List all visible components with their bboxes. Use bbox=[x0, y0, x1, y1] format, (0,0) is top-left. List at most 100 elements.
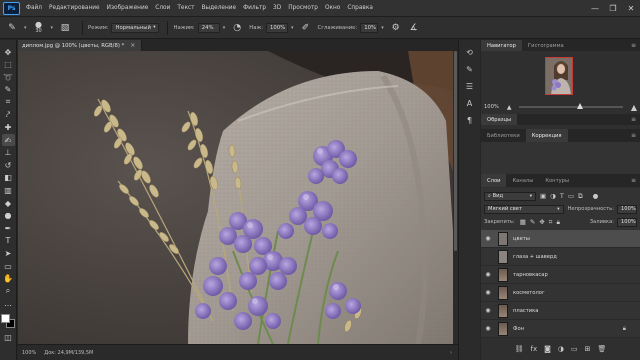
brush-tool-icon[interactable]: ✎ bbox=[6, 22, 18, 34]
chevron-down-icon[interactable]: ▾ bbox=[291, 25, 294, 31]
layer-row[interactable]: ◉ пластика bbox=[481, 302, 640, 320]
menu-select[interactable]: Выделение bbox=[202, 5, 237, 11]
chevron-down-icon[interactable]: ▾ bbox=[381, 25, 384, 31]
brush-settings-icon[interactable]: ▧ bbox=[59, 22, 71, 34]
layer-mask-icon[interactable]: ◙ bbox=[544, 345, 551, 353]
tab-channels[interactable]: Каналы bbox=[506, 174, 539, 187]
hand-tool-icon[interactable]: ✋ bbox=[2, 273, 15, 285]
layer-row[interactable]: ◉ Фон 🔒︎ bbox=[481, 320, 640, 338]
menu-3d[interactable]: 3D bbox=[273, 5, 281, 11]
gear-icon[interactable]: ⚙ bbox=[390, 22, 402, 34]
move-tool-icon[interactable]: ✥ bbox=[2, 46, 15, 58]
blend-mode-select[interactable]: Мягкий свет ▾ bbox=[484, 204, 564, 214]
gradient-tool-icon[interactable]: ▥ bbox=[2, 185, 15, 197]
menu-file[interactable]: Файл bbox=[26, 5, 42, 11]
lock-artboard-icon[interactable]: ⌗ bbox=[549, 218, 553, 227]
new-layer-icon[interactable]: ⊞ bbox=[585, 345, 591, 353]
quick-select-tool-icon[interactable]: ✎ bbox=[2, 84, 15, 96]
close-window-button[interactable]: ✕ bbox=[622, 0, 640, 17]
minimize-button[interactable]: — bbox=[586, 0, 604, 17]
layer-fill-field[interactable]: 100% bbox=[617, 217, 637, 227]
close-icon[interactable]: × bbox=[130, 42, 135, 49]
delete-layer-icon[interactable]: 🗑︎ bbox=[598, 345, 607, 353]
eye-icon[interactable]: ◉ bbox=[482, 235, 494, 242]
chevron-down-icon[interactable]: ▾ bbox=[24, 25, 27, 31]
chevron-down-icon[interactable]: ▾ bbox=[223, 25, 226, 31]
angle-icon[interactable]: ∡ bbox=[408, 22, 420, 34]
color-swatches[interactable] bbox=[1, 314, 15, 329]
character-icon[interactable]: A bbox=[463, 96, 477, 110]
new-group-icon[interactable]: ▭ bbox=[571, 345, 578, 353]
lasso-tool-icon[interactable]: ➰ bbox=[2, 71, 15, 83]
eye-icon[interactable]: ◉ bbox=[482, 325, 494, 332]
layer-opacity-field[interactable]: 100% bbox=[617, 204, 637, 214]
tab-navigator[interactable]: Навигатор bbox=[481, 40, 522, 51]
menu-edit[interactable]: Редактирование bbox=[49, 5, 100, 11]
chevron-right-icon[interactable]: › bbox=[450, 350, 452, 356]
panel-menu-icon[interactable]: ≡ bbox=[631, 40, 636, 51]
opacity-field[interactable]: 100% bbox=[266, 22, 289, 33]
menu-text[interactable]: Текст bbox=[177, 5, 194, 11]
brush-tool-icon[interactable]: ✍ bbox=[1, 134, 15, 147]
foreground-color-swatch[interactable] bbox=[1, 314, 10, 324]
lock-all-icon[interactable]: 🔒︎ bbox=[556, 218, 559, 227]
tab-swatches[interactable]: Образцы bbox=[481, 114, 518, 125]
properties-icon[interactable]: ☰ bbox=[463, 79, 477, 93]
tab-adjustments[interactable]: Коррекция bbox=[525, 129, 568, 142]
menu-view[interactable]: Просмотр bbox=[288, 5, 318, 11]
menu-filter[interactable]: Фильтр bbox=[243, 5, 266, 11]
chevron-down-icon[interactable]: ▾ bbox=[51, 25, 54, 31]
lock-pixels-icon[interactable]: ✎ bbox=[530, 218, 535, 226]
shape-tool-icon[interactable]: ▭ bbox=[2, 260, 15, 272]
dodge-tool-icon[interactable]: ● bbox=[2, 210, 15, 222]
smoothing-field[interactable]: 10% bbox=[360, 22, 379, 33]
maximize-button[interactable]: ❐ bbox=[604, 0, 622, 17]
more-tools-icon[interactable]: … bbox=[2, 298, 15, 310]
airbrush-icon[interactable]: ✐ bbox=[300, 22, 312, 34]
eyedropper-tool-icon[interactable]: ⤤ bbox=[2, 109, 15, 121]
menu-help[interactable]: Справка bbox=[347, 5, 373, 11]
pressure-icon[interactable]: ◔ bbox=[231, 22, 243, 34]
document-canvas[interactable] bbox=[18, 51, 453, 344]
layer-row[interactable]: ◉ цветы bbox=[481, 230, 640, 248]
menu-layers[interactable]: Слои bbox=[155, 5, 170, 11]
filter-type-icon[interactable]: T bbox=[560, 192, 564, 200]
document-tab[interactable]: диплом.jpg @ 100% (цветы, RGB/8) * × bbox=[18, 40, 143, 51]
tab-paths[interactable]: Контуры bbox=[539, 174, 575, 187]
panel-menu-icon[interactable]: ≡ bbox=[631, 129, 636, 142]
zoom-slider[interactable] bbox=[519, 103, 623, 109]
pressure-field[interactable]: 24% bbox=[197, 22, 220, 33]
healing-tool-icon[interactable]: ✚ bbox=[2, 122, 15, 134]
eye-icon[interactable]: ◉ bbox=[482, 271, 494, 278]
eye-icon[interactable]: ◉ bbox=[482, 307, 494, 314]
panel-menu-icon[interactable]: ≡ bbox=[631, 114, 636, 125]
tab-libraries[interactable]: Библиотеки bbox=[481, 129, 526, 142]
pen-tool-icon[interactable]: ✒ bbox=[2, 222, 15, 234]
filter-pixel-icon[interactable]: ▣ bbox=[540, 192, 546, 200]
tab-histogram[interactable]: Гистограмма bbox=[522, 40, 570, 51]
history-brush-icon[interactable]: ↺ bbox=[2, 159, 15, 171]
mountain-small-icon[interactable]: ▲ bbox=[507, 104, 512, 111]
brush-panel-icon[interactable]: ✎ bbox=[463, 62, 477, 76]
lock-position-icon[interactable]: ✥ bbox=[539, 218, 544, 226]
type-tool-icon[interactable]: T bbox=[2, 235, 15, 247]
panel-menu-icon[interactable]: ≡ bbox=[631, 174, 636, 187]
navigator-thumbnail[interactable] bbox=[545, 57, 573, 95]
layer-row[interactable]: ◉ косметолог bbox=[481, 284, 640, 302]
status-zoom[interactable]: 100% bbox=[22, 350, 36, 356]
layer-row[interactable]: ◉ тарновкасар bbox=[481, 266, 640, 284]
stamp-tool-icon[interactable]: ⊥ bbox=[2, 147, 15, 159]
zoom-tool-icon[interactable]: ⌕ bbox=[2, 285, 15, 297]
crop-tool-icon[interactable]: ⌗ bbox=[2, 96, 15, 108]
menu-window[interactable]: Окно bbox=[325, 5, 340, 11]
layer-style-icon[interactable]: fx bbox=[530, 345, 537, 353]
menu-image[interactable]: Изображение bbox=[107, 5, 149, 11]
layer-row[interactable]: глаза + шаверд bbox=[481, 248, 640, 266]
zoom-slider-knob[interactable] bbox=[577, 103, 584, 109]
layer-filter-select[interactable]: ⌕ Вид ▾ bbox=[484, 191, 536, 201]
lock-transparent-icon[interactable]: ▦ bbox=[520, 218, 526, 226]
quick-mask-icon[interactable]: ◫ bbox=[2, 331, 15, 343]
navigator-zoom-value[interactable]: 100% bbox=[484, 104, 499, 110]
path-select-tool-icon[interactable]: ➤ bbox=[2, 248, 15, 260]
history-icon[interactable]: ⟲ bbox=[463, 45, 477, 59]
